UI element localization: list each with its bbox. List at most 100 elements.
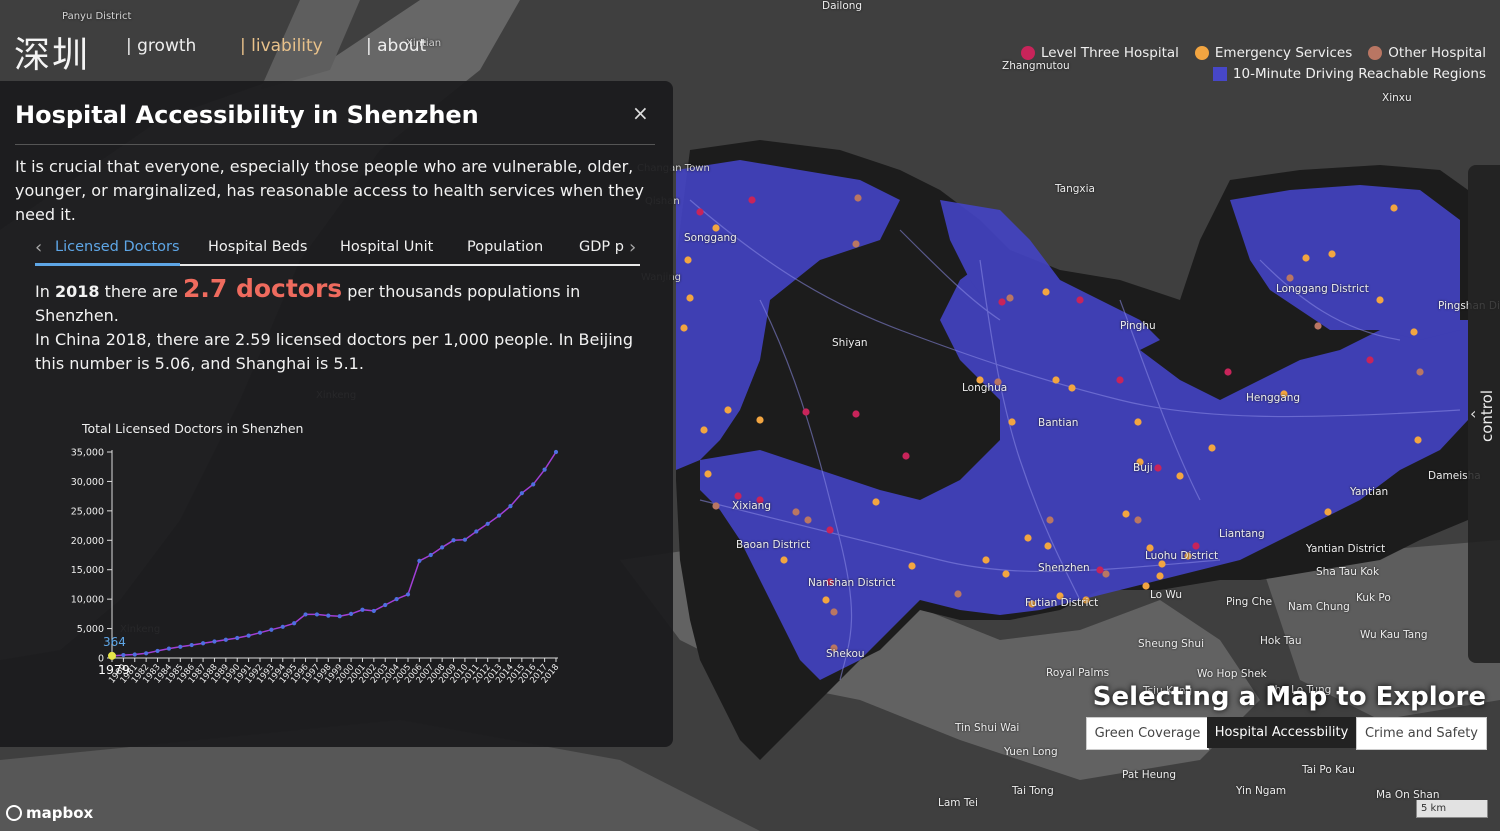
- other-hospital-marker[interactable]: [854, 194, 862, 202]
- doctors-data-point: [462, 537, 468, 542]
- emergency-service-marker[interactable]: [1052, 376, 1060, 384]
- emergency-service-marker[interactable]: [780, 556, 788, 564]
- emergency-service-marker[interactable]: [1142, 582, 1150, 590]
- emergency-service-marker[interactable]: [1176, 472, 1184, 480]
- doctors-data-point: [428, 552, 433, 558]
- level-three-hospital-marker[interactable]: [902, 452, 910, 460]
- tabs-prev-chevron-icon[interactable]: ‹: [35, 237, 42, 258]
- emergency-service-marker[interactable]: [1044, 542, 1052, 550]
- stat-comparison: In China 2018, there are 2.59 licensed d…: [35, 330, 633, 373]
- control-label[interactable]: control: [1478, 390, 1496, 442]
- nav-livability[interactable]: | livability: [240, 36, 323, 56]
- emergency-service-marker[interactable]: [1156, 572, 1164, 580]
- tab-population[interactable]: Population: [467, 239, 543, 255]
- emergency-service-marker[interactable]: [1002, 570, 1010, 578]
- level-three-hospital-marker[interactable]: [1076, 296, 1084, 304]
- emergency-service-marker[interactable]: [1008, 418, 1016, 426]
- other-hospital-marker[interactable]: [1102, 570, 1110, 578]
- map-place-label: Wo Hop Shek: [1197, 668, 1267, 680]
- emergency-service-marker[interactable]: [700, 426, 708, 434]
- emergency-service-marker[interactable]: [756, 416, 764, 424]
- level-three-hospital-marker[interactable]: [1116, 376, 1124, 384]
- other-hospital-marker[interactable]: [1006, 294, 1014, 302]
- emergency-service-marker[interactable]: [1376, 296, 1384, 304]
- emergency-service-marker[interactable]: [712, 224, 720, 232]
- y-tick-label: 5,000: [77, 624, 104, 635]
- map-place-label: Yuen Long: [1004, 746, 1058, 758]
- other-hospital-marker[interactable]: [712, 502, 720, 510]
- other-hospital-marker[interactable]: [1046, 516, 1054, 524]
- other-hospital-marker[interactable]: [1416, 368, 1424, 376]
- indicator-tabs: ‹ Licensed Doctors Hospital Beds Hospita…: [35, 235, 640, 266]
- level-three-hospital-marker[interactable]: [1096, 566, 1104, 574]
- level-three-hospital-marker[interactable]: [1192, 542, 1200, 550]
- green-coverage-button[interactable]: Green Coverage: [1086, 717, 1209, 750]
- emergency-service-marker[interactable]: [908, 562, 916, 570]
- emergency-service-marker[interactable]: [704, 470, 712, 478]
- other-hospital-marker[interactable]: [830, 608, 838, 616]
- emergency-service-marker[interactable]: [1208, 444, 1216, 452]
- level-three-hospital-marker[interactable]: [734, 492, 742, 500]
- level-three-hospital-marker[interactable]: [998, 298, 1006, 306]
- mapbox-logo[interactable]: mapbox: [6, 804, 93, 822]
- other-hospital-marker[interactable]: [852, 240, 860, 248]
- map-place-label: Lam Tei: [938, 797, 978, 809]
- emergency-service-marker[interactable]: [1390, 204, 1398, 212]
- tab-licensed-doctors[interactable]: Licensed Doctors: [55, 239, 180, 255]
- level-three-hospital-marker[interactable]: [696, 208, 704, 216]
- other-hospital-marker[interactable]: [792, 508, 800, 516]
- crime-safety-button[interactable]: Crime and Safety: [1356, 717, 1487, 750]
- emergency-service-marker[interactable]: [686, 294, 694, 302]
- doctors-data-point: [121, 652, 126, 658]
- map-place-label: Xinxu: [1382, 92, 1412, 104]
- close-icon[interactable]: ×: [632, 101, 649, 125]
- map-place-label: Pat Heung: [1122, 769, 1177, 781]
- map-place-label: Buji: [1133, 462, 1153, 474]
- emergency-service-marker[interactable]: [724, 406, 732, 414]
- emergency-service-marker[interactable]: [1024, 534, 1032, 542]
- emergency-service-marker[interactable]: [684, 256, 692, 264]
- emergency-service-marker[interactable]: [1068, 384, 1076, 392]
- level-three-hospital-marker[interactable]: [1366, 356, 1374, 364]
- level-three-hospital-marker[interactable]: [802, 408, 810, 416]
- doctors-data-point: [531, 482, 536, 487]
- level-three-hospital-marker[interactable]: [748, 196, 756, 204]
- emergency-service-marker[interactable]: [1324, 508, 1332, 516]
- tab-hospital-unit[interactable]: Hospital Unit: [340, 239, 433, 255]
- doctors-data-point: [474, 529, 479, 534]
- emergency-service-marker[interactable]: [1302, 254, 1310, 262]
- tabs-next-chevron-icon[interactable]: ›: [629, 237, 636, 258]
- hospital-accessibility-button[interactable]: Hospital Accessbility: [1207, 717, 1356, 748]
- nav-growth[interactable]: | growth: [126, 36, 196, 56]
- emergency-service-marker[interactable]: [822, 596, 830, 604]
- level-three-hospital-marker[interactable]: [1224, 368, 1232, 376]
- doctors-data-point: [451, 538, 456, 543]
- emergency-service-marker[interactable]: [982, 556, 990, 564]
- map-place-label: Yantian: [1350, 486, 1389, 498]
- emergency-service-marker[interactable]: [1414, 436, 1422, 444]
- emergency-service-marker[interactable]: [872, 498, 880, 506]
- legend-label-level-three: Level Three Hospital: [1040, 44, 1179, 61]
- site-logo[interactable]: 深圳: [14, 26, 90, 78]
- control-chevron-icon[interactable]: ‹: [1470, 404, 1476, 423]
- other-hospital-marker[interactable]: [1286, 274, 1294, 282]
- emergency-service-marker[interactable]: [1134, 418, 1142, 426]
- other-hospital-marker[interactable]: [1314, 322, 1322, 330]
- emergency-service-marker[interactable]: [1328, 250, 1336, 258]
- other-hospital-marker[interactable]: [804, 516, 812, 524]
- emergency-service-marker[interactable]: [1122, 510, 1130, 518]
- nav-about[interactable]: | about: [366, 36, 426, 56]
- map-place-label: Ping Che: [1226, 596, 1273, 608]
- level-three-hospital-marker[interactable]: [1154, 464, 1162, 472]
- emergency-service-marker[interactable]: [680, 324, 688, 332]
- level-three-hospital-marker[interactable]: [826, 526, 834, 534]
- tab-hospital-beds[interactable]: Hospital Beds: [208, 239, 307, 255]
- other-hospital-marker[interactable]: [1134, 516, 1142, 524]
- tab-gdp[interactable]: GDP p: [579, 239, 624, 255]
- emergency-service-marker[interactable]: [1410, 328, 1418, 336]
- doctors-data-point: [189, 642, 194, 648]
- emergency-service-marker[interactable]: [1042, 288, 1050, 296]
- level-three-hospital-marker[interactable]: [852, 410, 860, 418]
- map-place-label: Yantian District: [1306, 543, 1386, 555]
- other-hospital-marker[interactable]: [954, 590, 962, 598]
